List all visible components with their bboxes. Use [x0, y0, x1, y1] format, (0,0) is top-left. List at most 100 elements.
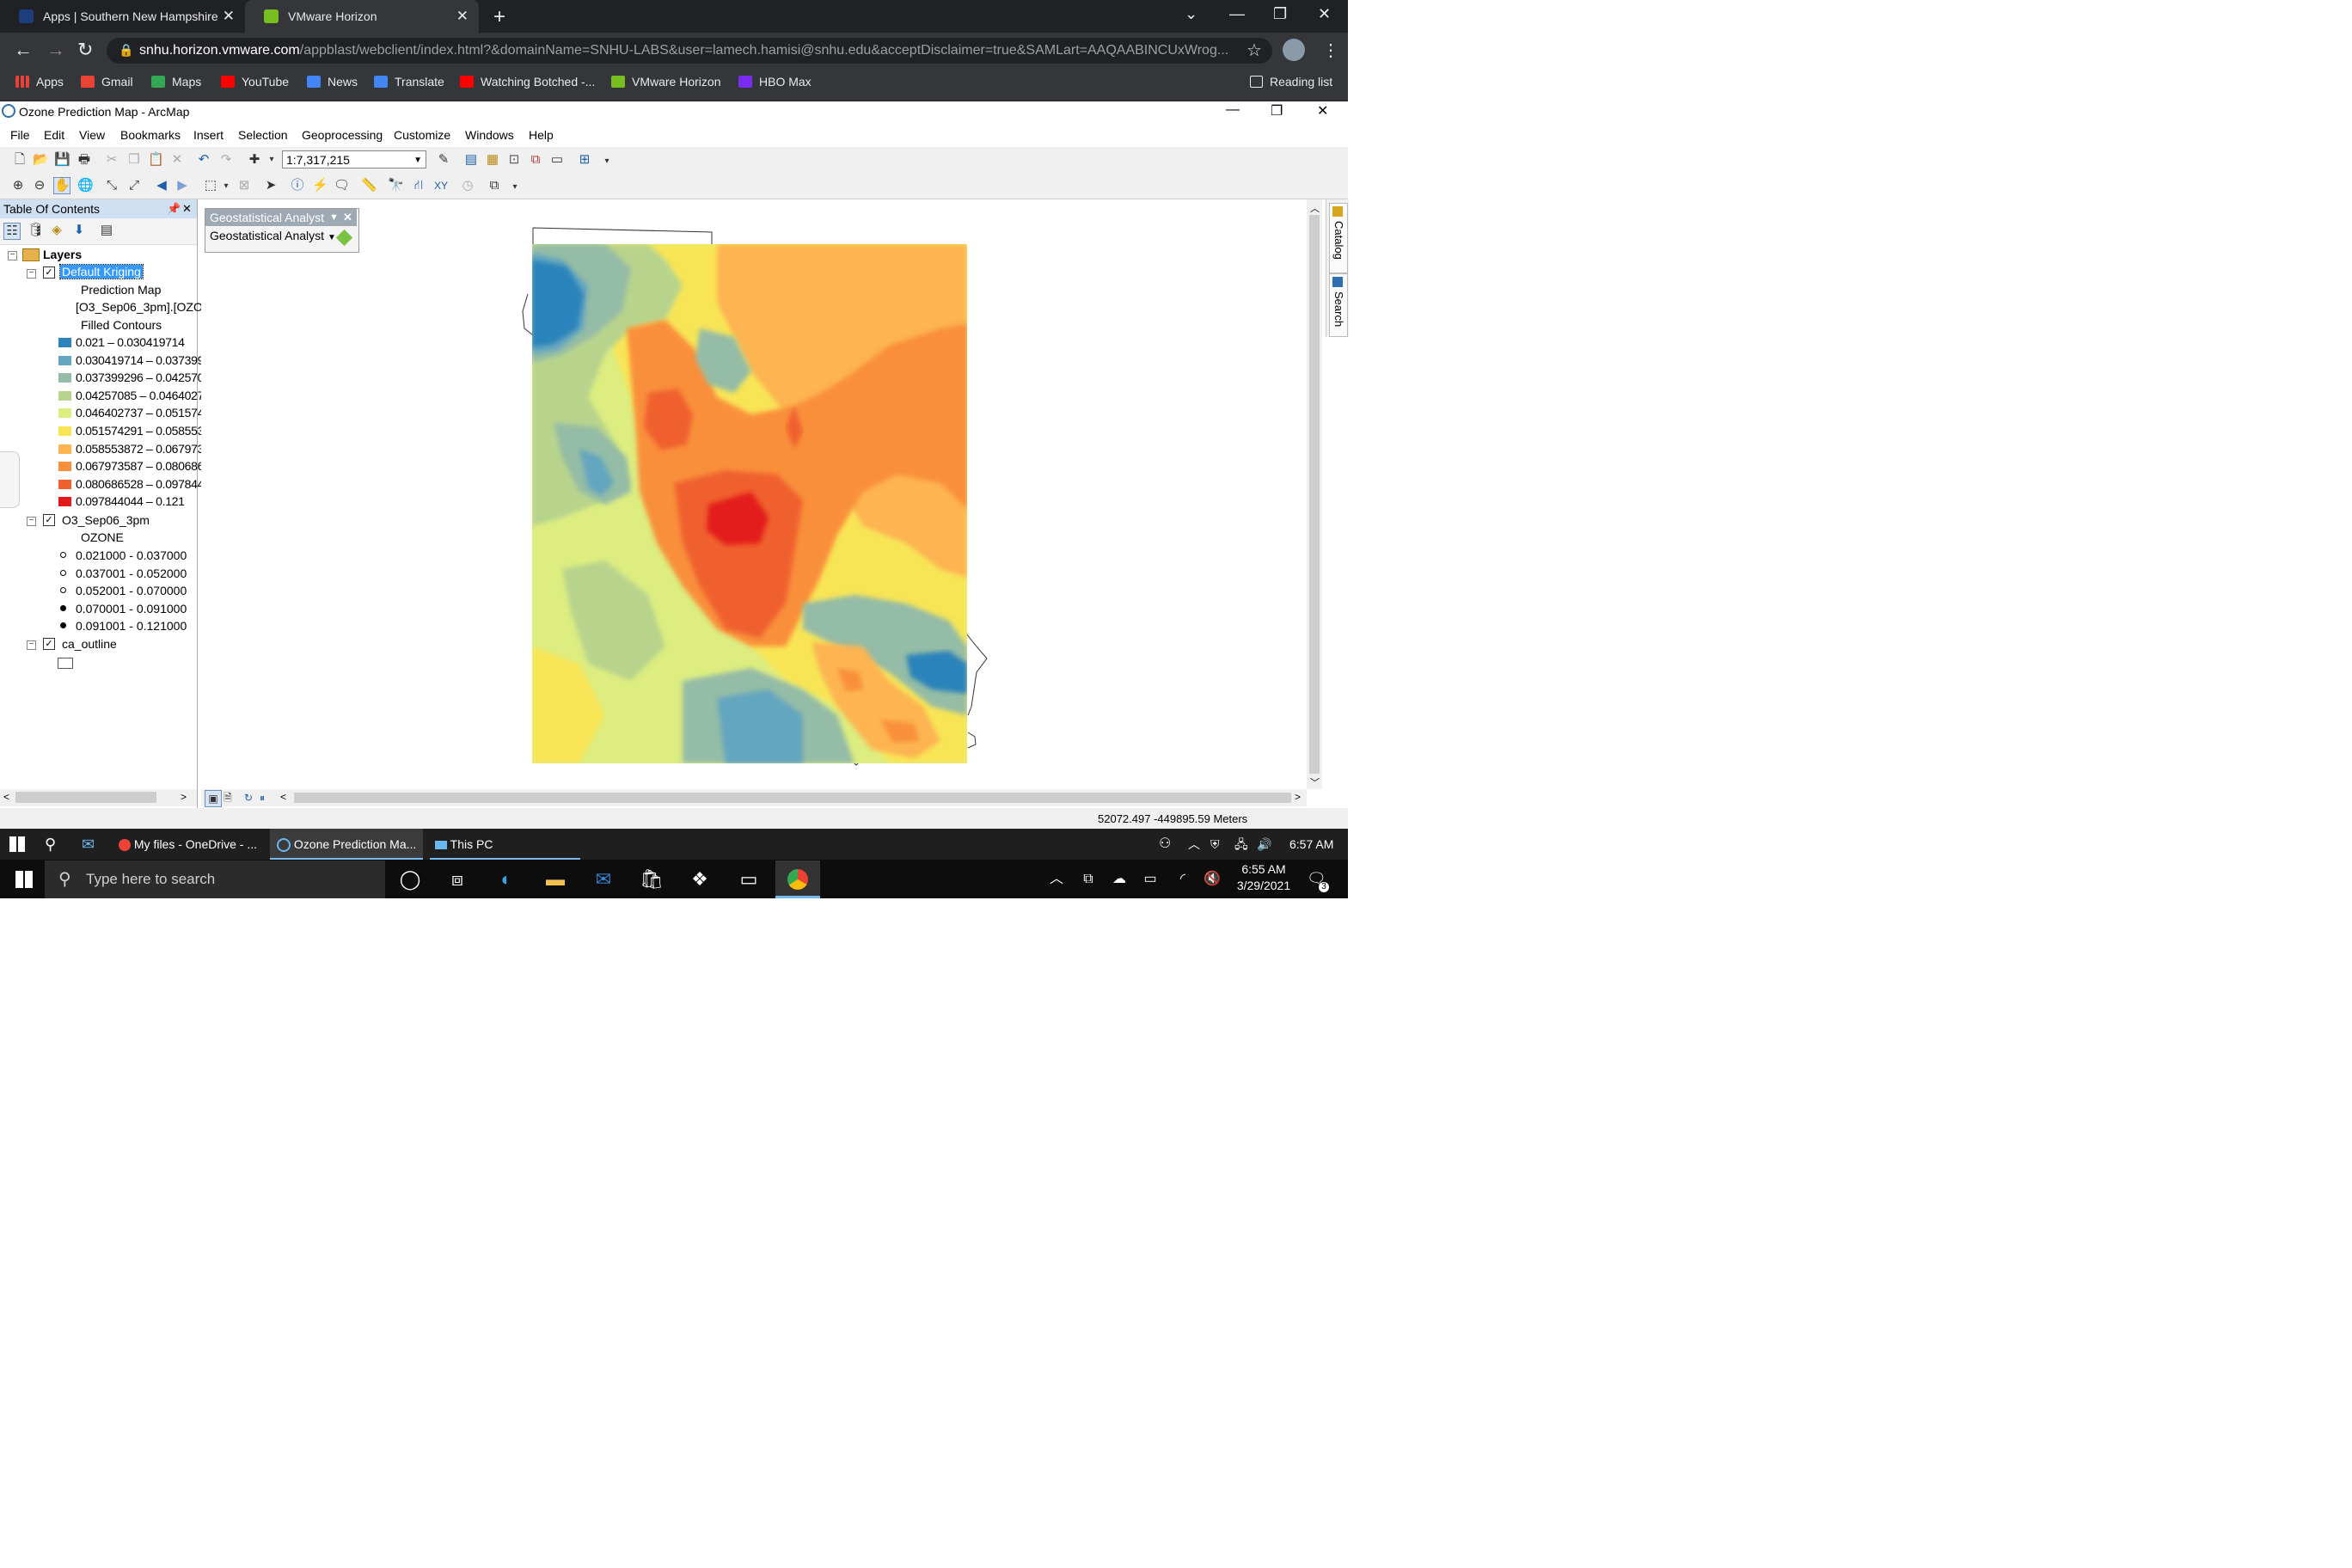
bookmark-maps[interactable]: Maps [151, 75, 201, 89]
chevron-down-icon[interactable]: ▼ [329, 209, 339, 226]
fixed-zoom-out-icon[interactable]: ⤢ [126, 178, 142, 193]
ga-close-icon[interactable]: ✕ [343, 209, 352, 226]
html-popup-icon[interactable]: 🗨 [334, 178, 350, 193]
local-clock[interactable]: 6:55 AM 3/29/2021 [1236, 862, 1291, 892]
list-by-drawing-order-icon[interactable]: ☷ [3, 223, 21, 240]
list-by-visibility-icon[interactable]: ◈ [49, 223, 64, 238]
outline-visibility-checkbox[interactable]: ✓ [43, 638, 55, 650]
add-data-dropdown-icon[interactable]: ▾ [264, 152, 279, 168]
close-window-button[interactable]: ✕ [1318, 5, 1331, 23]
menu-geoprocessing[interactable]: Geoprocessing [302, 128, 383, 142]
copy-icon[interactable]: ❐ [126, 152, 142, 168]
layout-view-icon[interactable]: 🗎 [220, 790, 236, 805]
chrome-menu-icon[interactable]: ⋮ [1322, 40, 1339, 61]
arcmap-close-button[interactable]: ✕ [1317, 102, 1328, 119]
app-icon[interactable]: ❖ [688, 867, 712, 891]
contour-swatch[interactable] [58, 338, 71, 347]
contour-swatch[interactable] [58, 462, 71, 472]
ga-toolbar-titlebar[interactable]: Geostatistical Analyst ▼ ✕ [205, 209, 357, 226]
collapse-layers-icon[interactable]: − [8, 251, 17, 260]
geostatistical-analyst-menu-button[interactable]: Geostatistical Analyst ▼ [210, 229, 336, 242]
search-window-icon[interactable]: ⊡ [506, 152, 522, 168]
windows-start-icon[interactable] [15, 871, 33, 888]
pin-icon[interactable]: 📌 [167, 199, 181, 218]
find-route-icon[interactable]: ⛙ [411, 178, 426, 193]
cut-icon[interactable]: ✂ [104, 152, 119, 168]
scroll-right-icon[interactable]: > [1295, 791, 1301, 803]
modelbuilder-icon[interactable]: ⊞ [577, 152, 592, 168]
save-icon[interactable]: 💾 [54, 152, 70, 168]
scroll-thumb[interactable] [15, 792, 156, 803]
open-folder-icon[interactable]: 📂 [33, 152, 49, 168]
paste-icon[interactable]: 📋 [148, 152, 164, 168]
toolbar-options-icon[interactable]: ▾ [507, 180, 523, 195]
contour-swatch[interactable] [58, 408, 71, 419]
pause-drawing-icon[interactable]: ⏸ [254, 790, 270, 805]
forward-extent-icon[interactable]: ▶ [175, 178, 190, 193]
menu-selection[interactable]: Selection [238, 128, 288, 142]
cortana-icon[interactable]: ◯ [398, 867, 422, 891]
toc-options-icon[interactable]: ▤ [99, 223, 114, 238]
contour-swatch[interactable] [58, 355, 71, 365]
add-data-icon[interactable]: ✚ [247, 152, 262, 168]
wifi-icon[interactable]: ◜ [1171, 867, 1195, 891]
print-icon[interactable]: 🖶 [77, 152, 92, 168]
fixed-zoom-in-icon[interactable]: ⤡ [104, 178, 119, 193]
find-binoculars-icon[interactable]: 🔭 [388, 178, 404, 193]
menu-view[interactable]: View [79, 128, 105, 142]
minimize-button[interactable]: — [1229, 5, 1245, 23]
undo-icon[interactable]: ↶ [196, 152, 211, 168]
bookmark-botched[interactable]: Watching Botched -... [460, 75, 595, 89]
select-elements-arrow-icon[interactable]: ➤ [263, 178, 279, 193]
list-by-source-icon[interactable]: 🛢 [28, 223, 44, 238]
scroll-thumb[interactable] [294, 793, 1291, 803]
contour-swatch[interactable] [58, 373, 71, 383]
point-symbol[interactable] [60, 569, 66, 576]
edge-icon[interactable]: ◐ [494, 867, 518, 891]
catalog-side-tab[interactable]: Catalog [1329, 203, 1348, 273]
toc-close-icon[interactable]: ✕ [182, 199, 192, 218]
bookmark-youtube[interactable]: YouTube [221, 75, 289, 89]
full-extent-globe-icon[interactable]: 🌐 [77, 178, 94, 193]
layers-root-label[interactable]: Layers [43, 248, 82, 261]
go-to-xy-icon[interactable]: XY [433, 178, 449, 193]
lock-icon[interactable]: 🔒 [119, 43, 133, 58]
create-viewer-window-icon[interactable]: ⧉ [487, 178, 502, 193]
delete-icon[interactable]: ✕ [169, 152, 185, 168]
menu-file[interactable]: File [10, 128, 30, 142]
search-side-tab[interactable]: Search [1329, 273, 1348, 337]
tab-southern-new-hampshire[interactable]: Apps | Southern New Hampshire ✕ [0, 0, 245, 33]
select-features-icon[interactable]: ⬚ [203, 178, 218, 193]
reading-list-button[interactable]: Reading list [1250, 75, 1332, 89]
address-bar[interactable]: snhu.horizon.vmware.com/appblast/webclie… [107, 38, 1272, 64]
menu-insert[interactable]: Insert [193, 128, 224, 142]
chevron-up-icon[interactable]: ︿ [1188, 829, 1200, 860]
file-explorer-icon[interactable]: ▬ [543, 867, 567, 891]
list-by-selection-icon[interactable]: ⬇ [71, 223, 87, 238]
arctoolbox-icon[interactable]: ⧉ [528, 152, 543, 168]
back-extent-icon[interactable]: ◀ [154, 178, 169, 193]
contour-swatch[interactable] [58, 426, 71, 436]
tab-close-icon[interactable]: ✕ [223, 8, 235, 25]
menu-customize[interactable]: Customize [394, 128, 450, 142]
data-view-icon[interactable]: ▣ [205, 790, 222, 807]
editor-toolbar-icon[interactable]: ✎ [436, 152, 451, 168]
windows-start-icon[interactable] [9, 836, 25, 852]
remote-clock[interactable]: 6:57 AM [1289, 829, 1333, 860]
time-slider-icon[interactable]: ◷ [460, 178, 475, 193]
bookmark-hbo-max[interactable]: HBO Max [738, 75, 812, 89]
bookmark-gmail[interactable]: Gmail [81, 75, 133, 89]
battery-icon[interactable]: ▭ [1138, 867, 1162, 891]
collapse-points-icon[interactable]: − [27, 517, 36, 526]
profile-avatar[interactable] [1283, 39, 1305, 61]
collapse-outline-icon[interactable]: − [27, 640, 36, 650]
taskbar-item-this-pc[interactable]: This PC [430, 829, 580, 860]
network-icon[interactable]: 🖧 [1234, 829, 1248, 860]
map-vertical-scrollbar[interactable]: ︿ ﹀ [1307, 199, 1322, 789]
chrome-taskbar-button[interactable] [775, 861, 820, 898]
kriging-visibility-checkbox[interactable]: ✓ [43, 266, 55, 279]
points-visibility-checkbox[interactable]: ✓ [43, 514, 55, 526]
new-document-icon[interactable]: 🗋 [12, 152, 28, 168]
table-of-contents-icon[interactable]: ▤ [463, 152, 479, 168]
new-tab-button[interactable]: + [493, 5, 505, 29]
